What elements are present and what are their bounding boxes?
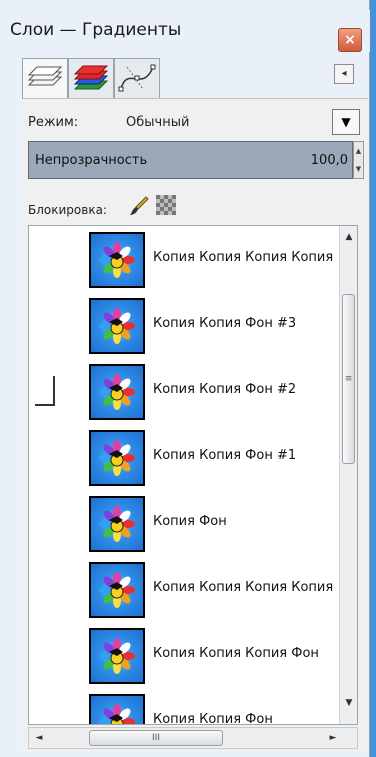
layer-thumbnail[interactable] xyxy=(89,298,145,354)
visibility-toggle[interactable] xyxy=(35,310,55,340)
opacity-label: Непрозрачность xyxy=(35,153,148,168)
visibility-mark-icon xyxy=(53,376,55,406)
layer-thumbnail[interactable] xyxy=(89,562,145,618)
flower-icon xyxy=(99,374,135,410)
visibility-toggle[interactable] xyxy=(35,376,55,406)
channels-icon xyxy=(73,65,109,90)
opacity-spinner[interactable]: ▲ ▼ xyxy=(353,141,364,179)
channels-tab[interactable] xyxy=(68,58,114,98)
brush-lock-icon[interactable] xyxy=(128,195,150,217)
mode-select[interactable]: Обычный xyxy=(126,115,189,130)
scroll-down-icon[interactable]: ▼ xyxy=(342,696,356,710)
flower-icon xyxy=(99,638,135,674)
mode-dropdown-button[interactable]: ▼ xyxy=(332,109,360,135)
layer-name: Копия Копия Фон #1 xyxy=(153,448,297,463)
layer-name: Копия Копия Копия Копия xyxy=(153,580,334,595)
layer-row[interactable]: Копия Копия Копия Копия xyxy=(29,228,339,292)
opacity-slider[interactable]: Непрозрачность 100,0 xyxy=(28,141,353,179)
layer-name: Копия Копия Фон #3 xyxy=(153,316,297,331)
alpha-lock-icon[interactable] xyxy=(156,195,176,215)
layers-tab[interactable] xyxy=(22,58,68,98)
visibility-mark-icon xyxy=(35,404,55,406)
flower-icon xyxy=(99,572,135,608)
scroll-right-icon[interactable]: ► xyxy=(325,730,341,746)
layer-row[interactable]: Копия Копия Фон #1 xyxy=(29,426,339,490)
lock-label: Блокировка: xyxy=(28,203,107,217)
layer-name: Копия Фон xyxy=(153,514,227,529)
visibility-toggle[interactable] xyxy=(35,640,55,670)
layer-thumbnail[interactable] xyxy=(89,232,145,288)
flower-icon xyxy=(99,308,135,344)
scroll-left-icon[interactable]: ◄ xyxy=(31,730,47,746)
layer-thumbnail[interactable] xyxy=(89,628,145,684)
layer-thumbnail[interactable] xyxy=(89,364,145,420)
visibility-toggle[interactable] xyxy=(35,574,55,604)
layer-name: Копия Копия Копия Копия xyxy=(153,250,334,265)
window-title: Слои — Градиенты xyxy=(10,20,182,40)
tab-menu-button[interactable]: ◂ xyxy=(334,64,354,84)
layer-row[interactable]: Копия Копия Копия Копия xyxy=(29,558,339,622)
layer-row[interactable]: Копия Копия Копия Фон xyxy=(29,624,339,688)
title-bar: Слои — Градиенты × xyxy=(0,10,370,52)
visibility-toggle[interactable] xyxy=(35,442,55,472)
horizontal-scrollbar[interactable]: ◄ III ► xyxy=(28,727,358,749)
visibility-toggle[interactable] xyxy=(35,244,55,274)
layer-thumbnail[interactable] xyxy=(89,496,145,552)
flower-icon xyxy=(99,440,135,476)
flower-icon xyxy=(99,242,135,278)
layer-thumbnail[interactable] xyxy=(89,430,145,486)
visibility-toggle[interactable] xyxy=(35,508,55,538)
layer-row[interactable]: Копия Копия Фон xyxy=(29,690,339,725)
horizontal-scroll-thumb[interactable]: III xyxy=(89,730,223,746)
layers-dock-window: Слои — Градиенты × ◂ Режим: Обычный ▼ Не… xyxy=(0,0,370,757)
layer-name: Копия Копия Фон xyxy=(153,712,273,725)
vertical-scrollbar[interactable]: ▲ ≡ ▼ xyxy=(339,226,357,724)
flower-icon xyxy=(99,704,135,724)
paths-tab[interactable] xyxy=(114,58,160,98)
vertical-scroll-thumb[interactable]: ≡ xyxy=(342,294,355,464)
spin-up-icon[interactable]: ▲ xyxy=(354,142,363,160)
dock-tabs: ◂ xyxy=(22,58,368,98)
layer-row[interactable]: Копия Фон xyxy=(29,492,339,556)
mode-label: Режим: xyxy=(28,115,79,130)
layers-list: Копия Копия Копия Копия Копия Копия Фон #… xyxy=(28,225,358,725)
spin-down-icon[interactable]: ▼ xyxy=(354,160,363,178)
paths-icon xyxy=(118,64,156,92)
layer-thumbnail[interactable] xyxy=(89,694,145,724)
layers-panel: Режим: Обычный ▼ Непрозрачность 100,0 ▲ … xyxy=(22,98,368,753)
layer-row[interactable]: Копия Копия Фон #2 xyxy=(29,360,339,424)
close-button[interactable]: × xyxy=(338,28,362,52)
chevron-down-icon: ▼ xyxy=(341,115,351,129)
close-icon: × xyxy=(344,32,356,48)
flower-icon xyxy=(99,506,135,542)
layer-name: Копия Копия Фон #2 xyxy=(153,382,297,397)
layers-icon xyxy=(27,66,63,86)
scroll-up-icon[interactable]: ▲ xyxy=(342,230,356,244)
layer-name: Копия Копия Копия Фон xyxy=(153,646,319,661)
opacity-value: 100,0 xyxy=(310,153,348,168)
visibility-toggle[interactable] xyxy=(35,706,55,724)
layer-row[interactable]: Копия Копия Фон #3 xyxy=(29,294,339,358)
tab-menu-icon: ◂ xyxy=(341,68,347,79)
